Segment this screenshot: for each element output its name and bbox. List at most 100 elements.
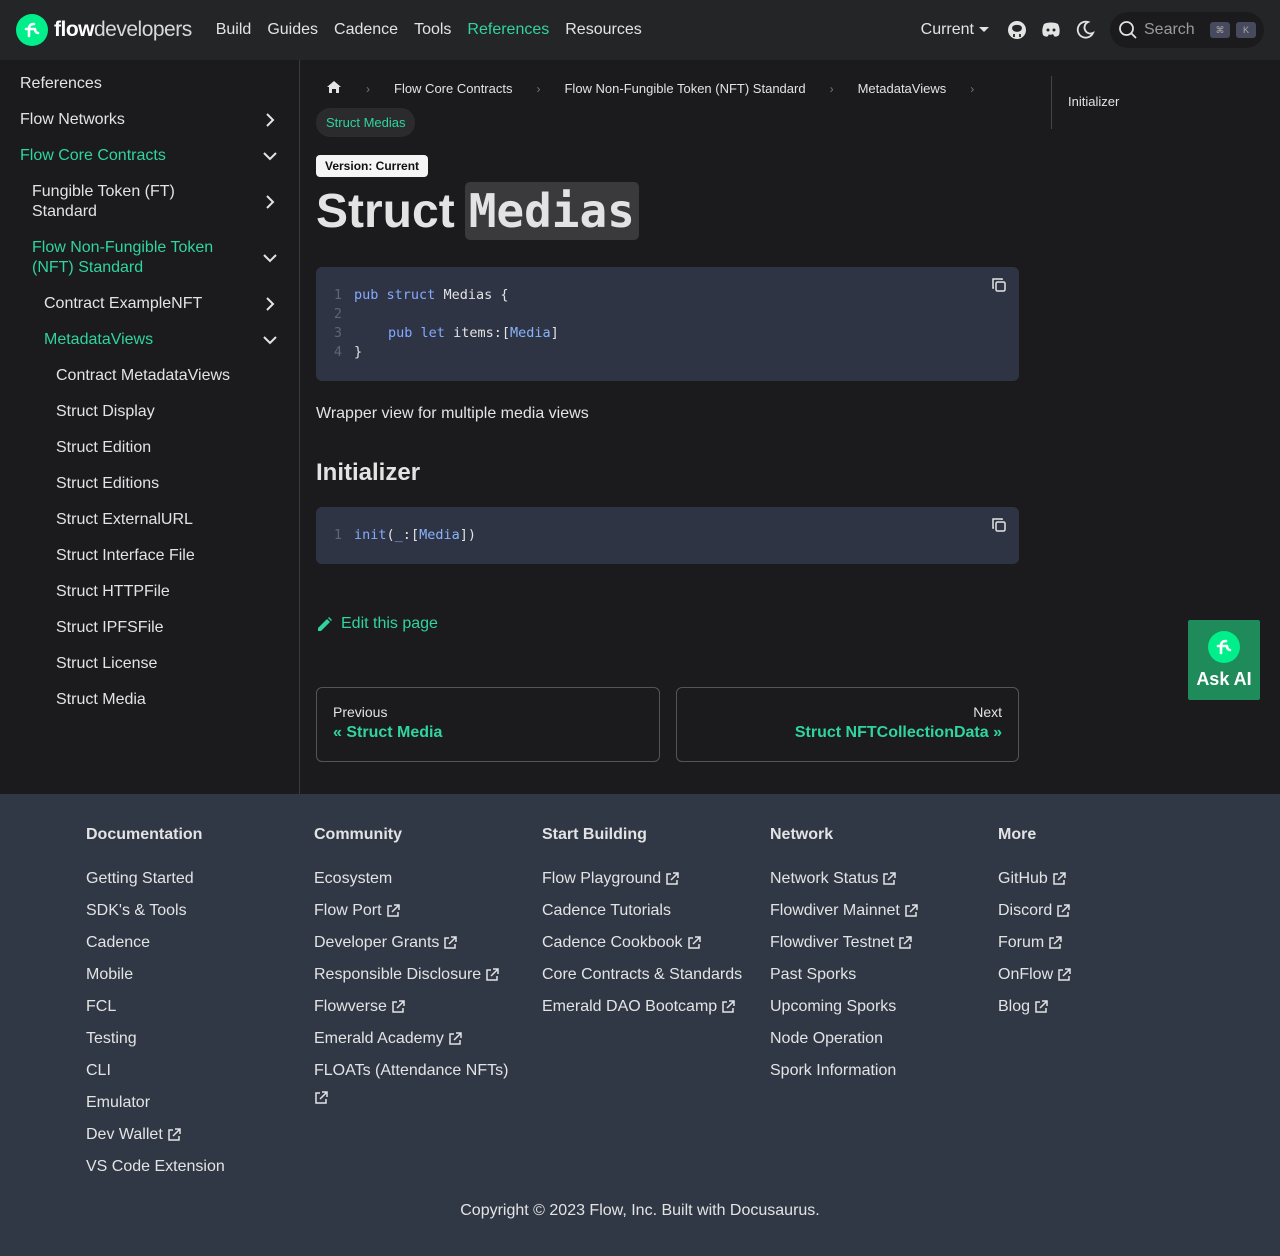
footer-link[interactable]: Network Status <box>770 863 918 895</box>
breadcrumb: › Flow Core Contracts › Flow Non-Fungibl… <box>316 80 988 97</box>
sidebar-item-fungible-token[interactable]: Fungible Token (FT) Standard <box>32 182 280 222</box>
footer-link[interactable]: SDK's & Tools <box>86 895 225 927</box>
chevron-down-icon[interactable] <box>260 248 280 268</box>
footer-link[interactable]: Forum <box>998 927 1071 959</box>
footer-link[interactable]: Cadence Cookbook <box>542 927 752 959</box>
home-icon[interactable] <box>316 80 352 97</box>
external-link-icon <box>485 968 499 982</box>
footer-link[interactable]: FCL <box>86 991 225 1023</box>
footer-link[interactable]: Flow Playground <box>542 863 752 895</box>
footer-link[interactable]: Cadence <box>86 927 225 959</box>
footer-link[interactable]: Flowverse <box>314 991 524 1023</box>
footer-link[interactable]: Spork Information <box>770 1055 918 1087</box>
code-line: 4 } <box>333 343 363 360</box>
sidebar-item-flow-networks[interactable]: Flow Networks <box>20 110 280 130</box>
sidebar-item-struct-display[interactable]: Struct Display <box>56 402 155 422</box>
external-link-icon <box>1056 904 1070 918</box>
sidebar-item-struct-edition[interactable]: Struct Edition <box>56 438 151 458</box>
pagination-prev[interactable]: Previous « Struct Media <box>316 687 660 762</box>
kbd-k: K <box>1236 22 1256 38</box>
sidebar-item-nft-standard[interactable]: Flow Non-Fungible Token (NFT) Standard <box>32 238 280 278</box>
footer-link[interactable]: Developer Grants <box>314 927 524 959</box>
page-title-code: Medias <box>464 182 639 240</box>
footer-link[interactable]: Discord <box>998 895 1071 927</box>
breadcrumb-metadataviews[interactable]: MetadataViews <box>848 81 957 96</box>
sidebar-item-label: Struct ExternalURL <box>56 511 193 528</box>
chevron-down-icon[interactable] <box>260 330 280 350</box>
external-link-icon <box>1034 1000 1048 1014</box>
sidebar-item-label: MetadataViews <box>44 331 154 348</box>
footer-link[interactable]: Flowdiver Testnet <box>770 927 918 959</box>
footer-link[interactable]: Ecosystem <box>314 863 524 895</box>
dark-mode-toggle-icon[interactable] <box>1074 19 1096 41</box>
breadcrumb-flow-core-contracts[interactable]: Flow Core Contracts <box>384 81 522 96</box>
ask-ai-button[interactable]: Ask AI <box>1188 620 1260 700</box>
pagination-next[interactable]: Next Struct NFTCollectionData » <box>676 687 1019 762</box>
footer-link[interactable]: Core Contracts & Standards <box>542 959 752 991</box>
sidebar-item-struct-editions[interactable]: Struct Editions <box>56 474 159 494</box>
brand-logo-link[interactable]: flowdevelopers <box>16 14 192 46</box>
footer-link-label: Dev Wallet <box>86 1126 163 1143</box>
footer-link[interactable]: GitHub <box>998 863 1071 895</box>
page-title-word: Struct <box>316 184 455 238</box>
footer-link[interactable]: VS Code Extension <box>86 1151 225 1183</box>
github-icon[interactable] <box>1006 19 1028 41</box>
footer-link-label: Core Contracts & Standards <box>542 966 743 983</box>
footer-link[interactable]: Node Operation <box>770 1023 918 1055</box>
footer-link[interactable]: Testing <box>86 1023 225 1055</box>
footer-link[interactable]: Dev Wallet <box>86 1119 225 1151</box>
ask-ai-label: Ask AI <box>1196 668 1252 689</box>
sidebar-item-contract-metadataviews[interactable]: Contract MetadataViews <box>56 366 230 386</box>
version-dropdown[interactable]: Current <box>921 21 990 39</box>
nav-link-build[interactable]: Build <box>216 21 252 39</box>
footer-link[interactable]: OnFlow <box>998 959 1071 991</box>
edit-page-link[interactable]: Edit this page <box>316 615 438 633</box>
footer-link[interactable]: Responsible Disclosure <box>314 959 524 991</box>
footer-link-label: VS Code Extension <box>86 1158 225 1175</box>
sidebar-item-metadataviews[interactable]: MetadataViews <box>44 330 280 350</box>
copy-code-icon[interactable] <box>991 517 1007 533</box>
breadcrumb-nft-standard[interactable]: Flow Non-Fungible Token (NFT) Standard <box>554 81 815 96</box>
description-text: Wrapper view for multiple media views <box>316 405 589 422</box>
chevron-right-icon[interactable] <box>260 192 280 212</box>
chevron-right-icon[interactable] <box>260 110 280 130</box>
footer-link[interactable]: Flowdiver Mainnet <box>770 895 918 927</box>
sidebar-item-struct-httpfile[interactable]: Struct HTTPFile <box>56 582 170 602</box>
sidebar-item-struct-ipfsfile[interactable]: Struct IPFSFile <box>56 618 164 638</box>
footer-link[interactable]: FLOATs (Attendance NFTs) <box>314 1055 524 1105</box>
footer-link[interactable]: Cadence Tutorials <box>542 895 752 927</box>
sidebar-item-label: Struct Interface File <box>56 547 195 564</box>
sidebar-item-struct-interface-file[interactable]: Struct Interface File <box>56 546 195 566</box>
sidebar-item-flow-core-contracts[interactable]: Flow Core Contracts <box>20 146 280 166</box>
footer-link[interactable]: Past Sporks <box>770 959 918 991</box>
toc-item-initializer[interactable]: Initializer <box>1068 94 1119 109</box>
discord-icon[interactable] <box>1040 19 1062 41</box>
footer-link[interactable]: Blog <box>998 991 1071 1023</box>
footer-link[interactable]: Emerald DAO Bootcamp <box>542 991 752 1023</box>
chevron-right-icon[interactable] <box>260 294 280 314</box>
sidebar-item-struct-license[interactable]: Struct License <box>56 654 157 674</box>
footer-link[interactable]: Getting Started <box>86 863 225 895</box>
footer-link[interactable]: Upcoming Sporks <box>770 991 918 1023</box>
nav-link-tools[interactable]: Tools <box>414 21 451 39</box>
nav-link-references[interactable]: References <box>467 21 549 39</box>
footer-link[interactable]: Flow Port <box>314 895 524 927</box>
footer-link[interactable]: Emerald Academy <box>314 1023 524 1055</box>
chevron-down-icon[interactable] <box>260 146 280 166</box>
search-button[interactable]: Search ⌘ K <box>1110 12 1264 48</box>
nav-link-cadence[interactable]: Cadence <box>334 21 398 39</box>
nav-link-guides[interactable]: Guides <box>267 21 318 39</box>
sidebar-item-references[interactable]: References <box>20 74 280 94</box>
sidebar-item-label: Struct License <box>56 655 158 672</box>
sidebar-item-contract-examplenft[interactable]: Contract ExampleNFT <box>44 294 280 314</box>
sidebar-item-struct-externalurl[interactable]: Struct ExternalURL <box>56 510 193 530</box>
nav-link-resources[interactable]: Resources <box>565 21 641 39</box>
footer-link[interactable]: Emulator <box>86 1087 225 1119</box>
footer-link[interactable]: CLI <box>86 1055 225 1087</box>
pagination-next-sub: Next <box>973 704 1002 720</box>
sidebar-item-struct-media[interactable]: Struct Media <box>56 690 146 710</box>
flow-logo-icon <box>16 14 48 46</box>
copy-code-icon[interactable] <box>991 277 1007 293</box>
footer-column-title: Documentation <box>86 826 203 843</box>
footer-link[interactable]: Mobile <box>86 959 225 991</box>
